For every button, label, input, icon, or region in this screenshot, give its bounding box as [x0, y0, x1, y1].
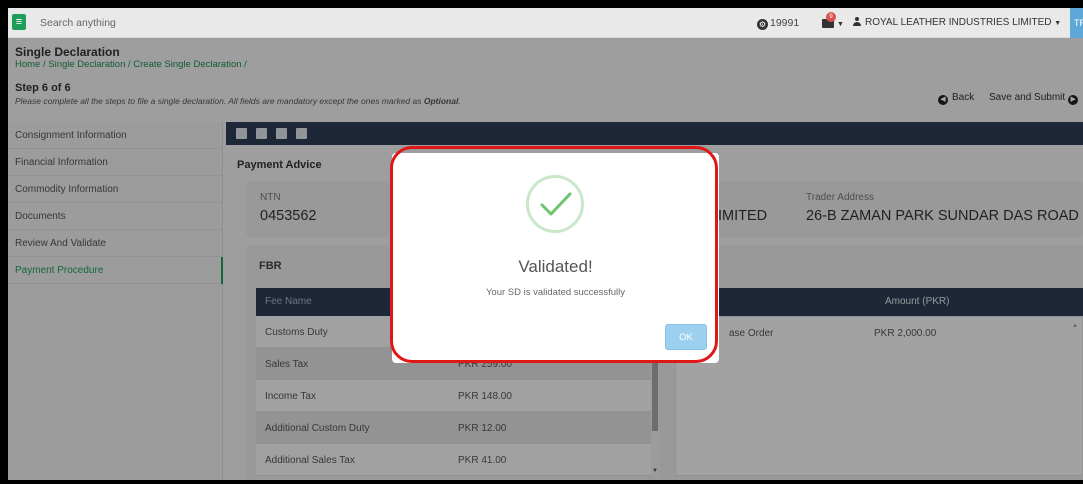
caret-down-icon: ▼: [837, 21, 844, 28]
company-menu[interactable]: ROYAL LEATHER INDUSTRIES LIMITED ▼: [853, 17, 1061, 28]
notification-badge: 9: [826, 12, 836, 22]
top-bar: ≡ Search anything ⚙ 19991 9 ▼ ROYAL LEATH…: [8, 8, 1083, 38]
highlight-annotation: [390, 146, 718, 363]
language-button[interactable]: TR: [1070, 8, 1083, 38]
balance-display[interactable]: ⚙ 19991: [757, 17, 799, 30]
company-name: ROYAL LEATHER INDUSTRIES LIMITED: [865, 17, 1052, 28]
search-input[interactable]: Search anything: [40, 17, 116, 29]
app-window: ≡ Search anything ⚙ 19991 9 ▼ ROYAL LEATH…: [8, 8, 1083, 480]
coin-icon: ⚙: [757, 19, 768, 30]
user-icon: [853, 17, 861, 26]
balance-value: 19991: [770, 17, 800, 29]
hamburger-menu-icon[interactable]: ≡: [12, 14, 26, 30]
notifications-dropdown[interactable]: 9 ▼: [822, 12, 844, 30]
caret-down-icon: ▼: [1054, 20, 1062, 27]
